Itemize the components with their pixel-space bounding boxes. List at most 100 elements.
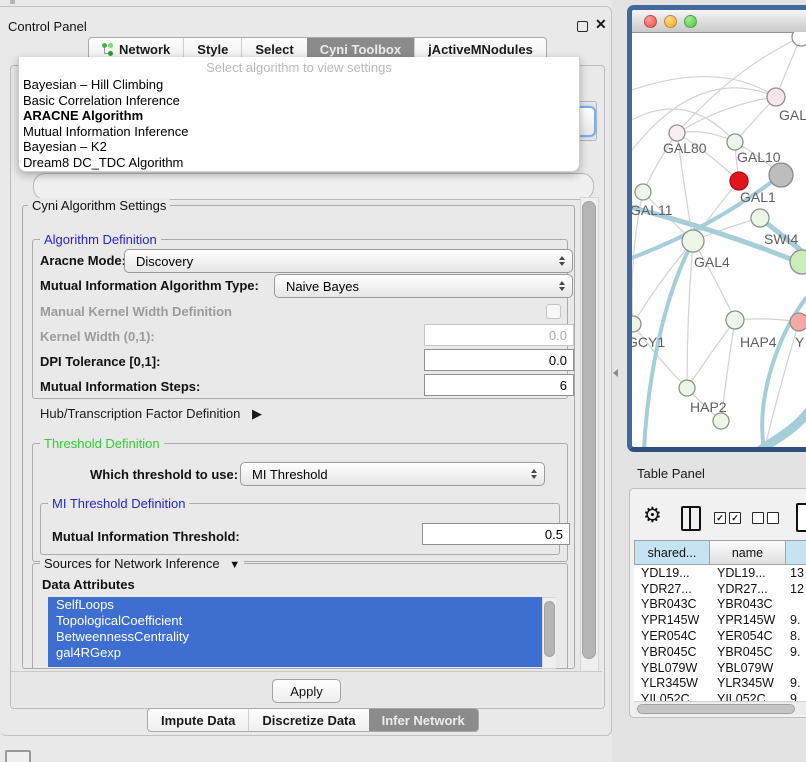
sources-group-title: Sources for Network Inference [44,556,220,571]
network-node[interactable] [632,316,641,332]
document-icon[interactable] [796,503,806,532]
panel-divider-handle[interactable] [613,369,618,377]
table-row[interactable]: YDR27...YDR27...12 [634,581,806,597]
window-edge-fragment [10,0,15,4]
network-icon [102,43,114,56]
table-cell: 12 [786,582,804,596]
network-node-label: Y [795,334,805,350]
mi-steps-value: 6 [560,378,567,393]
table-row[interactable]: YPR145WYPR145W9. [634,612,806,628]
column-header[interactable]: shared... [634,540,710,565]
network-window-titlebar[interactable] [632,10,806,33]
network-node[interactable] [669,125,685,141]
mi-threshold-field[interactable]: 0.5 [422,523,570,545]
network-node[interactable] [751,209,769,227]
algorithm-option[interactable]: Bayesian – K2 [19,139,579,155]
mi-steps-field[interactable]: 6 [424,374,574,396]
data-attribute-item[interactable]: SelfLoops [48,597,556,613]
table-row[interactable]: YLR345WYLR345W9. [634,676,806,692]
tab-impute-data[interactable]: Impute Data [148,709,248,731]
network-node[interactable] [730,172,748,190]
tab-label: Infer Network [382,713,465,728]
scrollbar-thumb[interactable] [582,201,596,659]
network-node[interactable] [767,88,785,106]
data-attribute-item[interactable]: BetweennessCentrality [48,629,556,645]
aracne-mode-select[interactable]: Discovery [124,249,573,273]
dpi-tolerance-field[interactable]: 0.0 [424,349,574,371]
mi-type-select[interactable]: Naive Bayes [274,274,573,298]
algorithm-option[interactable]: Basic Correlation Inference [19,93,579,109]
table-cell: YDR27... [710,582,786,596]
tab-infer-network[interactable]: Infer Network [369,709,478,731]
dropdown-placeholder: Select algorithm to view settings [19,57,579,77]
tab-discretize-data[interactable]: Discretize Data [248,709,368,731]
table-row[interactable]: YDL19...YDL19...13 [634,565,806,581]
data-attribute-item[interactable]: TopologicalCoefficient [48,613,556,629]
float-panel-icon[interactable] [577,21,588,32]
which-threshold-value: MI Threshold [252,467,328,482]
tab-label: Select [255,42,293,57]
table-row[interactable]: YBL079WYBL079W [634,660,806,676]
split-columns-icon[interactable] [681,506,701,531]
minimize-traffic-light-icon[interactable] [664,15,677,28]
table-panel-title: Table Panel [637,466,705,481]
network-node[interactable] [727,134,743,150]
checked-checkbox-icon[interactable]: ✓ [729,512,741,524]
hub-section-toggle[interactable]: Hub/Transcription Factor Definition ▶ [40,406,262,422]
table-cell: YBR043C [634,597,710,611]
attribute-list-scrollbar[interactable] [542,597,556,669]
column-header[interactable]: name [710,540,786,565]
table-cell: YDL19... [710,566,786,580]
algorithm-option[interactable]: ARACNE Algorithm [19,108,579,124]
data-attributes-list[interactable]: SelfLoopsTopologicalCoefficientBetweenne… [48,597,556,667]
network-node[interactable] [792,32,806,46]
algorithm-option[interactable]: Dream8 DC_TDC Algorithm [19,155,579,171]
table-cell: 9 [786,692,797,701]
checked-checkbox-icon[interactable]: ✓ [714,512,726,524]
network-node[interactable] [635,184,651,200]
table-horizontal-scrollbar[interactable] [634,701,806,715]
close-traffic-light-icon[interactable] [644,15,657,28]
column-header[interactable] [786,540,806,565]
network-node[interactable] [682,230,704,252]
network-node[interactable] [769,163,793,187]
network-node-label: GAL11 [632,202,673,218]
table-row[interactable]: YBR045CYBR045C9. [634,644,806,660]
table-row[interactable]: YER054CYER054C8. [634,628,806,644]
group-title: Algorithm Definition [40,232,161,247]
table-body: YDL19...YDL19...13YDR27...YDR27...12YBR0… [634,565,806,701]
table-cell: YDR27... [634,582,710,596]
scrollbar-thumb[interactable] [637,704,795,714]
network-node[interactable] [790,250,806,274]
network-canvas[interactable]: GALGAL80GAL10GAL1GAL11SWI4GAL4GCY1HAP4YH… [632,32,806,447]
network-node[interactable] [790,313,806,331]
network-node-label: GAL [779,107,806,123]
which-threshold-select[interactable]: MI Threshold [240,462,545,486]
network-selector-fragment[interactable] [33,173,594,200]
unchecked-checkbox-icon[interactable] [767,512,779,524]
network-node[interactable] [679,380,695,396]
unchecked-checkbox-icon[interactable] [752,512,764,524]
expand-arrow-icon: ▶ [252,406,262,421]
apply-button[interactable]: Apply [272,679,341,703]
data-attribute-item[interactable]: gal4RGexp [48,645,556,661]
table-row[interactable]: YBR043CYBR043C [634,597,806,613]
apply-button-label: Apply [290,684,323,699]
sources-group-toggle[interactable]: Sources for Network Inference ▼ [40,556,244,571]
mi-type-value: Naive Bayes [286,279,359,294]
scrollbar-thumb[interactable] [544,601,555,657]
algorithm-option[interactable]: Bayesian – Hill Climbing [19,77,579,93]
manual-kernel-checkbox[interactable] [546,304,561,319]
algorithm-option[interactable]: Mutual Information Inference [19,124,579,140]
zoom-traffic-light-icon[interactable] [684,15,697,28]
gear-icon[interactable]: ⚙ [643,503,662,528]
network-node[interactable] [726,311,744,329]
network-node[interactable] [713,413,729,429]
table-row[interactable]: YIL052CYIL052C9 [634,691,806,701]
kernel-width-value: 0.0 [549,328,567,343]
settings-scrollbar[interactable] [580,197,599,672]
mi-type-label: Mutual Information Algorithm Type: [40,278,259,293]
kernel-width-field[interactable]: 0.0 [424,324,574,346]
dock-corner-icon[interactable] [5,750,31,762]
close-icon[interactable]: ✕ [595,16,607,33]
